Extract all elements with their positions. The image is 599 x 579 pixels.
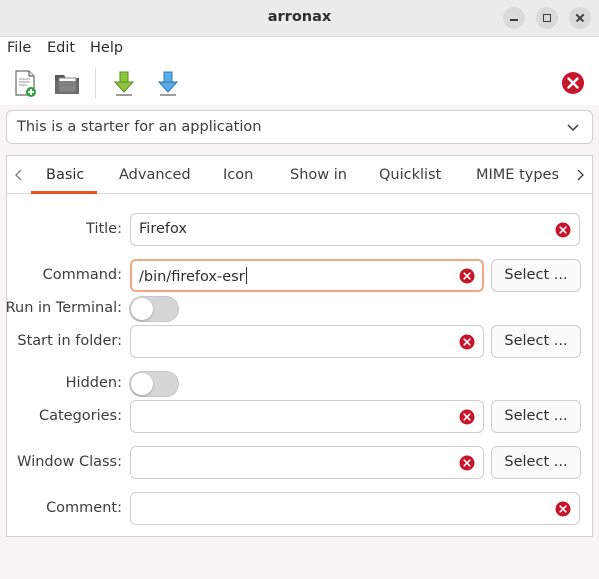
toolbar (0, 61, 599, 105)
new-document-button[interactable] (9, 67, 41, 99)
error-close-icon (562, 72, 584, 94)
tab-quicklist[interactable]: Quicklist (379, 167, 441, 183)
menu-edit[interactable]: Edit (47, 40, 75, 56)
run-in-terminal-label: Run in Terminal: (5, 300, 122, 316)
open-button[interactable] (51, 67, 83, 99)
command-label: Command: (42, 267, 122, 283)
categories-label: Categories: (38, 408, 122, 424)
minimize-button[interactable] (503, 7, 525, 29)
settings-notebook: Basic Advanced Icon Show in Quicklist MI… (6, 155, 593, 537)
tab-mime-types[interactable]: MIME types (476, 167, 559, 183)
window-class-select-button[interactable]: Select ... (491, 446, 581, 479)
tab-show-in[interactable]: Show in (290, 167, 347, 183)
chevron-left-icon[interactable] (13, 168, 25, 182)
download-blue-icon (157, 71, 179, 96)
folder-select-button[interactable]: Select ... (491, 325, 581, 358)
comment-input[interactable] (130, 492, 580, 525)
hidden-switch[interactable] (129, 371, 179, 397)
menu-bar: File Edit Help (0, 37, 599, 61)
clear-icon[interactable] (459, 455, 475, 471)
active-tab-indicator (31, 191, 97, 194)
chevron-down-icon (567, 124, 579, 132)
title-label: Title: (86, 221, 122, 237)
quit-button[interactable] (557, 67, 589, 99)
tab-bar: Basic Advanced Icon Show in Quicklist MI… (7, 156, 592, 194)
menu-help[interactable]: Help (90, 40, 123, 56)
window-class-input[interactable] (130, 446, 484, 479)
hidden-label: Hidden: (65, 375, 122, 391)
tab-icon[interactable]: Icon (223, 167, 253, 183)
run-in-terminal-switch[interactable] (129, 296, 179, 322)
start-in-folder-input[interactable] (130, 325, 484, 358)
clear-icon[interactable] (459, 409, 475, 425)
new-document-icon (15, 70, 36, 97)
start-in-folder-label: Start in folder: (17, 333, 122, 349)
open-folder-icon (55, 75, 79, 94)
menu-file[interactable]: File (7, 40, 31, 56)
command-input[interactable]: /bin/firefox-esr (130, 259, 484, 292)
close-window-button[interactable] (569, 7, 591, 29)
categories-select-button[interactable]: Select ... (491, 400, 581, 433)
toolbar-separator (95, 67, 96, 99)
switch-knob (131, 373, 153, 395)
maximize-button[interactable] (536, 7, 558, 29)
clear-icon[interactable] (555, 222, 571, 238)
switch-knob (131, 298, 153, 320)
title-bar[interactable]: arronax (0, 0, 599, 37)
template-combo-value: This is a starter for an application (17, 119, 262, 135)
download-green-icon (113, 71, 135, 96)
comment-label: Comment: (46, 500, 122, 516)
title-input[interactable]: Firefox (130, 213, 580, 246)
clear-icon[interactable] (555, 501, 571, 517)
command-select-button[interactable]: Select ... (491, 259, 581, 292)
window-class-label: Window Class: (17, 454, 122, 470)
title-input-value: Firefox (139, 221, 187, 237)
clear-icon[interactable] (459, 268, 475, 284)
template-combo[interactable]: This is a starter for an application (6, 110, 593, 144)
download-green-button[interactable] (108, 67, 140, 99)
tab-advanced[interactable]: Advanced (119, 167, 191, 183)
clear-icon[interactable] (459, 334, 475, 350)
app-window: arronax File Edit Help This is a starter… (0, 0, 599, 579)
chevron-right-icon[interactable] (574, 168, 586, 182)
categories-input[interactable] (130, 400, 484, 433)
tab-basic[interactable]: Basic (46, 167, 84, 183)
command-input-value: /bin/firefox-esr (139, 267, 247, 285)
download-blue-button[interactable] (152, 67, 184, 99)
